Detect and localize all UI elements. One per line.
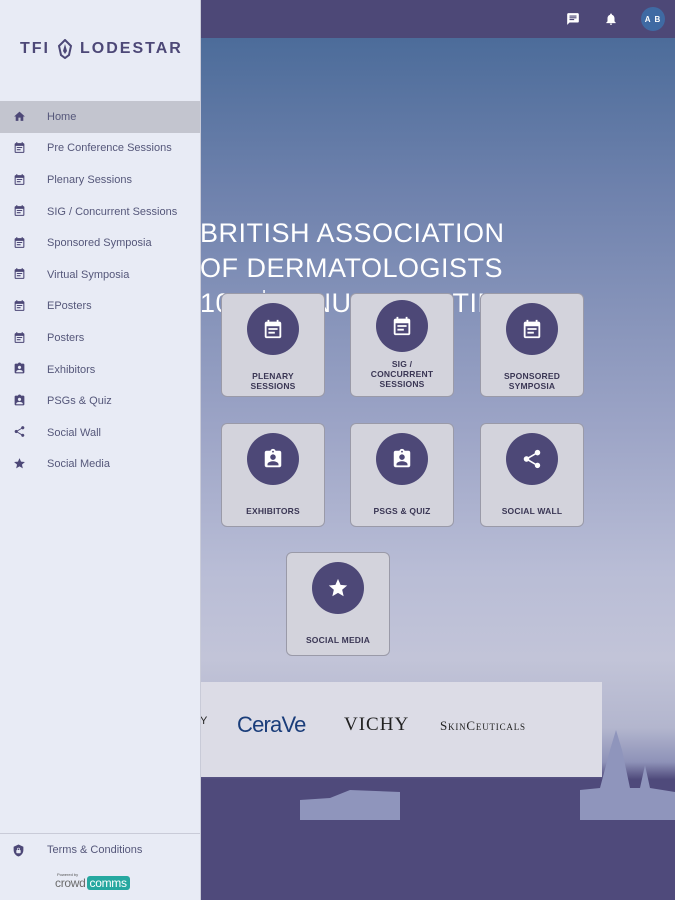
nav-item-psgs-quiz[interactable]: PSGs & Quiz [0, 385, 200, 417]
nav-item-label: PSGs & Quiz [47, 395, 112, 408]
tile-social-wall[interactable]: SOCIAL WALL [480, 423, 584, 527]
share-icon [506, 433, 558, 485]
calendar-icon [376, 300, 428, 352]
nav-item-label: Sponsored Symposia [47, 237, 152, 250]
nav-item-home[interactable]: Home [0, 101, 200, 133]
crowdcomms-logo: crowd comms [55, 876, 130, 890]
calendar-icon [12, 172, 26, 186]
sponsor-logo-partial[interactable]: Y [200, 715, 208, 727]
star-icon [312, 562, 364, 614]
powered-by-logo: Powered by crowd comms [55, 870, 155, 896]
logo-text-right: LODESTAR [80, 40, 183, 57]
app-logo: TFI LODESTAR [20, 38, 183, 60]
tile-sponsored-symposia[interactable]: SPONSORED SYMPOSIA [480, 293, 584, 397]
calendar-icon [12, 141, 26, 155]
lodestar-mark-icon [57, 39, 73, 59]
nav-item-exhibitors[interactable]: Exhibitors [0, 354, 200, 386]
tile-label: PSGS & QUIZ [373, 506, 431, 516]
headline-line-1: BRITISH ASSOCIATION [200, 218, 505, 248]
tile-sig-concurrent-sessions[interactable]: SIG / CONCURRENT SESSIONS [350, 293, 454, 397]
nav-item-posters[interactable]: Posters [0, 322, 200, 354]
tile-psgs-quiz[interactable]: PSGS & QUIZ [350, 423, 454, 527]
tile-label: SPONSORED SYMPOSIA [503, 371, 561, 391]
calendar-icon [12, 204, 26, 218]
tile-exhibitors[interactable]: EXHIBITORS [221, 423, 325, 527]
calendar-icon [12, 330, 26, 344]
home-icon [12, 109, 26, 123]
nav-item-social-wall[interactable]: Social Wall [0, 417, 200, 449]
tile-plenary-sessions[interactable]: PLENARY SESSIONS [221, 293, 325, 397]
calendar-icon [506, 303, 558, 355]
nav-item-label: EPosters [47, 300, 92, 313]
nav-item-label: Social Media [47, 458, 110, 471]
sponsor-logo-skinceuticals[interactable]: SkinCeuticals [440, 718, 526, 734]
nav-item-pre-conference-sessions[interactable]: Pre Conference Sessions [0, 133, 200, 165]
calendar-icon [12, 299, 26, 313]
star-icon [12, 457, 26, 471]
nav-item-eposters[interactable]: EPosters [0, 291, 200, 323]
tile-label: SOCIAL MEDIA [305, 635, 371, 645]
nav-item-plenary-sessions[interactable]: Plenary Sessions [0, 164, 200, 196]
sponsor-logo-cerave[interactable]: CeraVe [237, 712, 306, 738]
bell-icon[interactable] [601, 9, 621, 29]
tile-label: EXHIBITORS [246, 506, 300, 516]
badge-icon [247, 433, 299, 485]
nav-item-label: Virtual Symposia [47, 268, 130, 281]
sponsor-strip: Y CeraVe VICHY SkinCeuticals [200, 682, 602, 777]
headline-line-2: OF DERMATOLOGISTS [200, 253, 504, 283]
nav-item-label: Home [47, 110, 77, 123]
calendar-icon [12, 267, 26, 281]
badge-icon [12, 362, 26, 376]
nav-item-label: Pre Conference Sessions [47, 142, 172, 155]
nav-item-terms-conditions[interactable]: Terms & Conditions [0, 838, 200, 864]
nav-item-label: Terms & Conditions [47, 844, 143, 856]
navigation-drawer: TFI LODESTAR Home Pre Conference Session… [0, 0, 201, 900]
tile-label: PLENARY SESSIONS [250, 371, 296, 391]
drawer-divider [0, 833, 200, 834]
nav-item-label: Posters [47, 331, 85, 344]
badge-icon [12, 393, 26, 407]
nav-item-virtual-symposia[interactable]: Virtual Symposia [0, 259, 200, 291]
nav-item-label: Exhibitors [47, 363, 96, 376]
nav-item-label: Plenary Sessions [47, 173, 132, 186]
user-avatar[interactable]: A B [641, 7, 665, 31]
nav-item-sig-concurrent-sessions[interactable]: SIG / Concurrent Sessions [0, 196, 200, 228]
nav-item-sponsored-symposia[interactable]: Sponsored Symposia [0, 227, 200, 259]
chat-icon[interactable] [563, 9, 583, 29]
sponsor-logo-vichy[interactable]: VICHY [344, 714, 409, 736]
nav-item-label: Social Wall [47, 426, 101, 439]
tile-label: SIG / CONCURRENT SESSIONS [370, 359, 434, 389]
nav-item-social-media[interactable]: Social Media [0, 449, 200, 481]
calendar-icon [247, 303, 299, 355]
drawer-nav-list: Home Pre Conference Sessions Plenary Ses… [0, 101, 200, 480]
nav-item-label: SIG / Concurrent Sessions [47, 205, 178, 218]
tile-label: SOCIAL WALL [501, 506, 563, 516]
calendar-icon [12, 235, 26, 249]
logo-text-left: TFI [20, 40, 50, 57]
shield-icon [12, 844, 26, 858]
tile-social-media[interactable]: SOCIAL MEDIA [286, 552, 390, 656]
badge-icon [376, 433, 428, 485]
share-icon [12, 425, 26, 439]
